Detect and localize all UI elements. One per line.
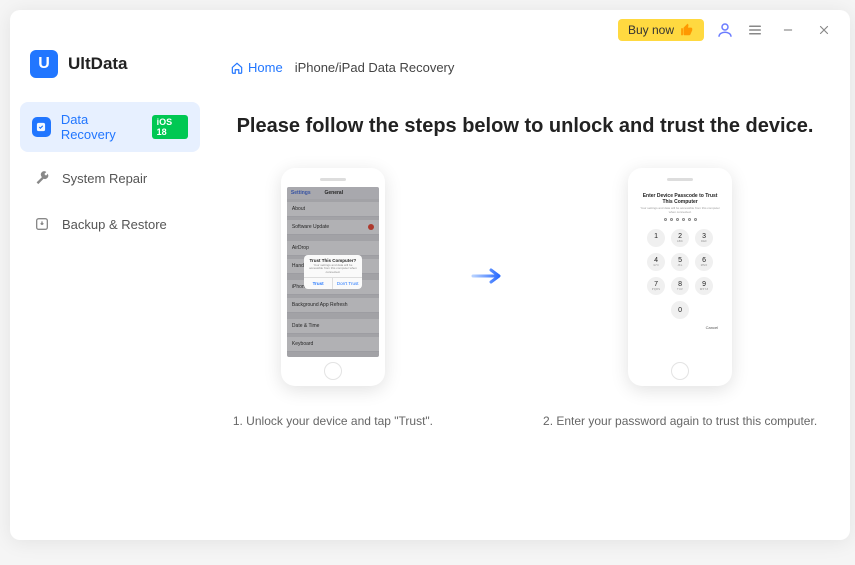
thumbs-up-icon — [680, 23, 694, 37]
main-content: Home iPhone/iPad Data Recovery Please fo… — [210, 50, 850, 540]
breadcrumb-current: iPhone/iPad Data Recovery — [295, 60, 455, 75]
step-2: Enter Device Passcode to Trust This Comp… — [543, 168, 817, 428]
minimize-button[interactable] — [776, 18, 800, 42]
step-1: Settings General About Software Update — [233, 168, 433, 428]
instruction-title: Please follow the steps below to unlock … — [230, 115, 820, 138]
ios-badge: iOS 18 — [152, 115, 188, 139]
breadcrumb-home[interactable]: Home — [230, 60, 283, 75]
keypad: 1 2ABC 3DEF 4GHI 5JKL 6MNO 7PQRS 8TUV 9W… — [634, 229, 726, 319]
sidebar-item-label: Data Recovery — [61, 112, 142, 142]
passcode-subtitle: Your settings and data will be accessibl… — [634, 205, 726, 218]
step-1-caption: 1. Unlock your device and tap "Trust". — [233, 414, 433, 428]
brand: U UltData — [20, 50, 200, 102]
pass-dot — [664, 218, 667, 221]
backup-icon — [32, 214, 52, 234]
key-1: 1 — [647, 229, 665, 247]
wrench-icon — [32, 168, 52, 188]
trust-dialog-buttons: Trust Don't Trust — [304, 277, 362, 289]
passcode-cancel: Cancel — [634, 319, 726, 330]
breadcrumb: Home iPhone/iPad Data Recovery — [230, 60, 820, 75]
buy-now-label: Buy now — [628, 23, 674, 37]
key-4: 4GHI — [647, 253, 665, 271]
home-button-icon — [324, 362, 342, 380]
passcode-dots — [634, 218, 726, 221]
pass-dot — [688, 218, 691, 221]
sidebar-item-label: System Repair — [62, 171, 147, 186]
home-button-icon — [671, 362, 689, 380]
passcode-title: Enter Device Passcode to Trust This Comp… — [634, 193, 726, 205]
arrow-right-icon — [471, 266, 505, 286]
pass-dot — [670, 218, 673, 221]
home-icon — [230, 61, 244, 75]
phone-mock-2: Enter Device Passcode to Trust This Comp… — [628, 168, 732, 386]
key-6: 6MNO — [695, 253, 713, 271]
brand-logo-letter: U — [38, 55, 50, 73]
pass-dot — [676, 218, 679, 221]
key-7: 7PQRS — [647, 277, 665, 295]
dialog-overlay: Trust This Computer? Your settings and d… — [287, 187, 379, 357]
phone-screen-settings: Settings General About Software Update — [287, 187, 379, 357]
breadcrumb-home-label: Home — [248, 60, 283, 75]
brand-name: UltData — [68, 54, 128, 74]
sidebar-item-backup-restore[interactable]: Backup & Restore — [20, 204, 200, 244]
buy-now-button[interactable]: Buy now — [618, 19, 704, 41]
key-5: 5JKL — [671, 253, 689, 271]
phone-speaker — [667, 178, 693, 181]
account-icon[interactable] — [716, 21, 734, 39]
trust-dialog: Trust This Computer? Your settings and d… — [304, 255, 362, 290]
key-8: 8TUV — [671, 277, 689, 295]
pass-dot — [694, 218, 697, 221]
step-2-caption: 2. Enter your password again to trust th… — [543, 414, 817, 428]
key-0: 0 — [671, 301, 689, 319]
pass-dot — [682, 218, 685, 221]
data-recovery-icon — [32, 117, 51, 137]
key-2: 2ABC — [671, 229, 689, 247]
phone-speaker — [320, 178, 346, 181]
phone-mock-1: Settings General About Software Update — [281, 168, 385, 386]
sidebar: U UltData Data Recovery iOS 18 System Re… — [10, 50, 210, 540]
steps-row: Settings General About Software Update — [230, 168, 820, 428]
trust-button: Trust — [304, 278, 334, 289]
dont-trust-button: Don't Trust — [333, 278, 362, 289]
sidebar-item-data-recovery[interactable]: Data Recovery iOS 18 — [20, 102, 200, 152]
brand-logo: U — [30, 50, 58, 78]
titlebar: Buy now — [10, 10, 850, 50]
key-9: 9WXYZ — [695, 277, 713, 295]
sidebar-item-system-repair[interactable]: System Repair — [20, 158, 200, 198]
app-window: Buy now U UltData — [10, 10, 850, 540]
sidebar-item-label: Backup & Restore — [62, 217, 167, 232]
key-3: 3DEF — [695, 229, 713, 247]
trust-dialog-body: Your settings and data will be accessibl… — [304, 264, 362, 278]
menu-icon[interactable] — [746, 21, 764, 39]
phone-screen-passcode: Enter Device Passcode to Trust This Comp… — [634, 187, 726, 357]
close-button[interactable] — [812, 18, 836, 42]
app-body: U UltData Data Recovery iOS 18 System Re… — [10, 50, 850, 540]
